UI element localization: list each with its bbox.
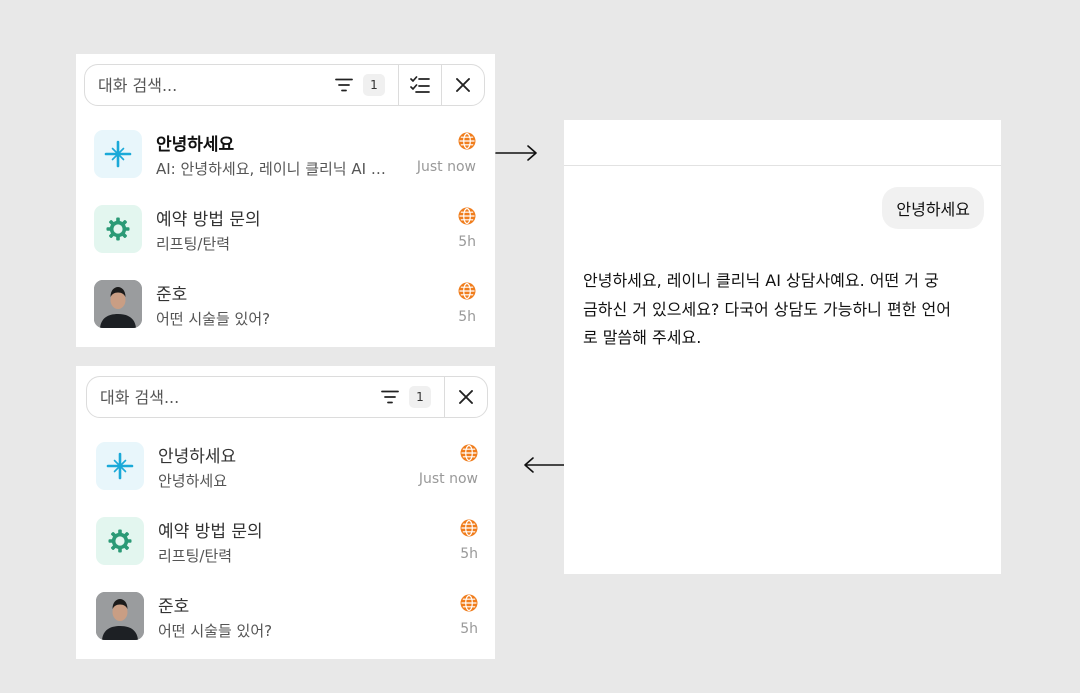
conversation-preview: 어떤 시술들 있어? bbox=[156, 310, 271, 328]
gear-icon bbox=[94, 205, 142, 253]
conversation-title: 준호 bbox=[156, 285, 188, 305]
close-button[interactable] bbox=[442, 65, 484, 105]
conversation-preview: AI: 안녕하세요, 레이니 클리닉 AI 상담사예요. 어떤 거 궁금하신 거… bbox=[156, 160, 391, 178]
conversation-title: 예약 방법 문의 bbox=[158, 522, 263, 542]
gear-icon bbox=[96, 517, 144, 565]
conversation-item[interactable]: 안녕하세요 AI: 안녕하세요, 레이니 클리닉 AI 상담사예요. 어떤 거 … bbox=[94, 128, 476, 180]
conversation-time: 5h bbox=[460, 621, 478, 637]
globe-icon bbox=[460, 519, 478, 537]
filter-count-badge: 1 bbox=[409, 386, 431, 408]
chat-header bbox=[564, 120, 1001, 166]
search-bar: 1 bbox=[86, 376, 488, 418]
globe-icon bbox=[458, 132, 476, 150]
filter-button[interactable]: 1 bbox=[381, 377, 444, 417]
ai-message: 안녕하세요, 레이니 클리닉 AI 상담사예요. 어떤 거 궁금하신 거 있으세… bbox=[583, 271, 951, 347]
ai-sparkle-icon bbox=[96, 442, 144, 490]
conversation-item[interactable]: 준호 어떤 시술들 있어? 5h bbox=[94, 278, 476, 330]
conversation-list-panel-bottom: 1 안녕하세요 안녕하세요 Just now 예약 방법 문의 리프팅/탄력 5… bbox=[76, 366, 495, 659]
filter-icon bbox=[335, 78, 353, 92]
conversation-time: 5h bbox=[460, 546, 478, 562]
conversation-preview: 안녕하세요 bbox=[158, 472, 228, 490]
conversation-item[interactable]: 안녕하세요 안녕하세요 Just now bbox=[96, 440, 478, 492]
filter-count-badge: 1 bbox=[363, 74, 385, 96]
conversation-item[interactable]: 예약 방법 문의 리프팅/탄력 5h bbox=[94, 203, 476, 255]
select-list-icon bbox=[410, 76, 430, 93]
filter-button[interactable]: 1 bbox=[335, 65, 398, 105]
globe-icon bbox=[458, 282, 476, 300]
user-message-bubble: 안녕하세요 bbox=[882, 187, 984, 229]
conversation-time: 5h bbox=[458, 309, 476, 325]
arrow-left-icon bbox=[524, 457, 566, 473]
conversation-preview: 리프팅/탄력 bbox=[156, 235, 231, 253]
arrow-right-icon bbox=[495, 145, 537, 161]
search-bar: 1 bbox=[84, 64, 485, 106]
ai-sparkle-icon bbox=[94, 130, 142, 178]
user-avatar bbox=[94, 280, 142, 328]
conversation-title: 준호 bbox=[158, 597, 190, 617]
select-list-button[interactable] bbox=[399, 65, 441, 105]
conversation-item[interactable]: 예약 방법 문의 리프팅/탄력 5h bbox=[96, 515, 478, 567]
conversation-time: Just now bbox=[418, 471, 478, 487]
close-icon bbox=[456, 78, 470, 92]
conversation-preview: 어떤 시술들 있어? bbox=[158, 622, 273, 640]
close-button[interactable] bbox=[445, 377, 487, 417]
search-input[interactable] bbox=[85, 65, 335, 105]
globe-icon bbox=[458, 207, 476, 225]
globe-icon bbox=[460, 444, 478, 462]
conversation-title: 예약 방법 문의 bbox=[156, 210, 261, 230]
globe-icon bbox=[460, 594, 478, 612]
close-icon bbox=[459, 390, 473, 404]
chat-panel: 안녕하세요 안녕하세요, 레이니 클리닉 AI 상담사예요. 어떤 거 궁금하신… bbox=[564, 120, 1001, 574]
conversation-time: 5h bbox=[458, 234, 476, 250]
search-input[interactable] bbox=[87, 377, 381, 417]
conversation-item[interactable]: 준호 어떤 시술들 있어? 5h bbox=[96, 590, 478, 642]
conversation-list-panel-top: 1 안녕하세요 AI: 안녕하세요, 레이니 클리닉 AI 상담사예요. 어떤 … bbox=[76, 54, 495, 347]
filter-icon bbox=[381, 390, 399, 404]
conversation-time: Just now bbox=[416, 159, 476, 175]
user-avatar bbox=[96, 592, 144, 640]
conversation-title: 안녕하세요 bbox=[156, 135, 235, 155]
conversation-preview: 리프팅/탄력 bbox=[158, 547, 233, 565]
conversation-title: 안녕하세요 bbox=[158, 447, 237, 467]
